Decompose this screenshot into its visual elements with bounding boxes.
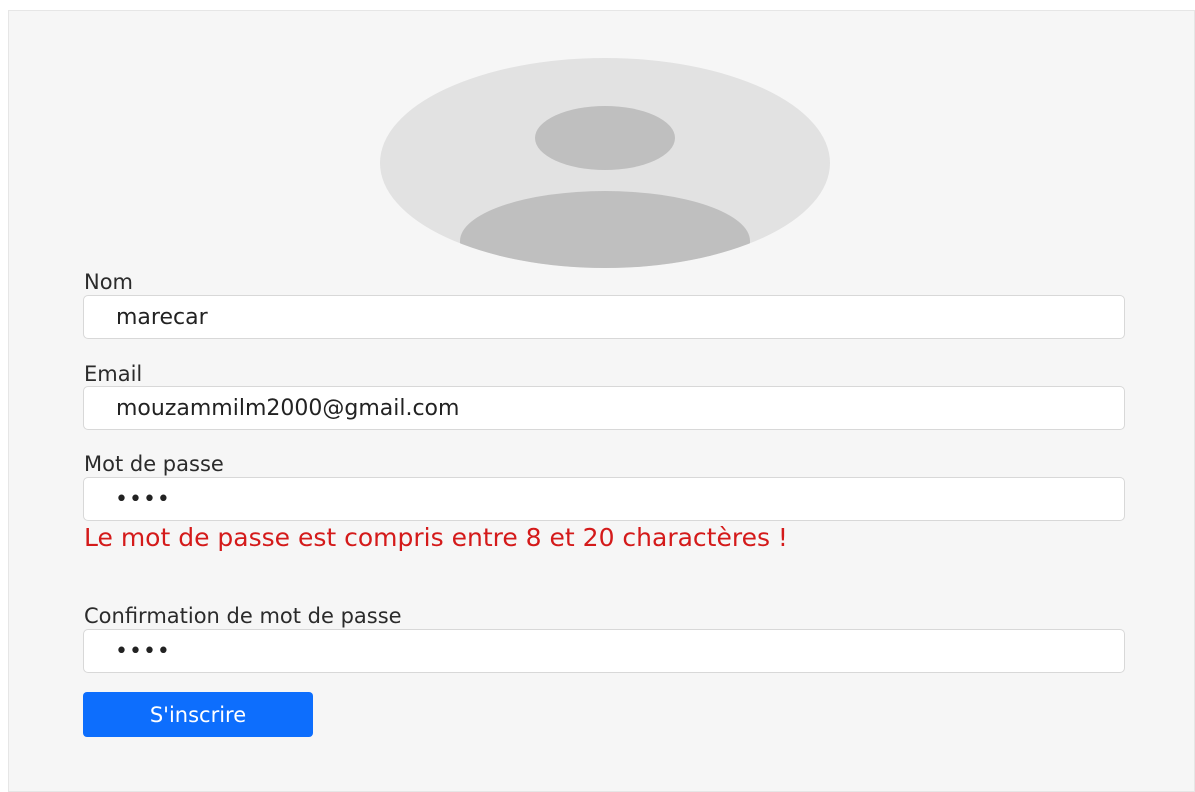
email-label: Email [84, 362, 143, 386]
password-error-message: Le mot de passe est compris entre 8 et 2… [84, 523, 788, 552]
confirm-password-label: Confirmation de mot de passe [84, 604, 402, 628]
name-label: Nom [84, 270, 134, 294]
avatar-placeholder-icon [380, 58, 830, 268]
avatar-body-shape [460, 191, 750, 268]
avatar-head-shape [535, 106, 675, 170]
signup-button[interactable]: S'inscrire [83, 692, 313, 737]
password-input[interactable] [83, 477, 1125, 521]
email-input[interactable] [83, 386, 1125, 430]
confirm-password-input[interactable] [83, 629, 1125, 673]
name-input[interactable] [83, 295, 1125, 339]
password-label: Mot de passe [84, 452, 224, 476]
